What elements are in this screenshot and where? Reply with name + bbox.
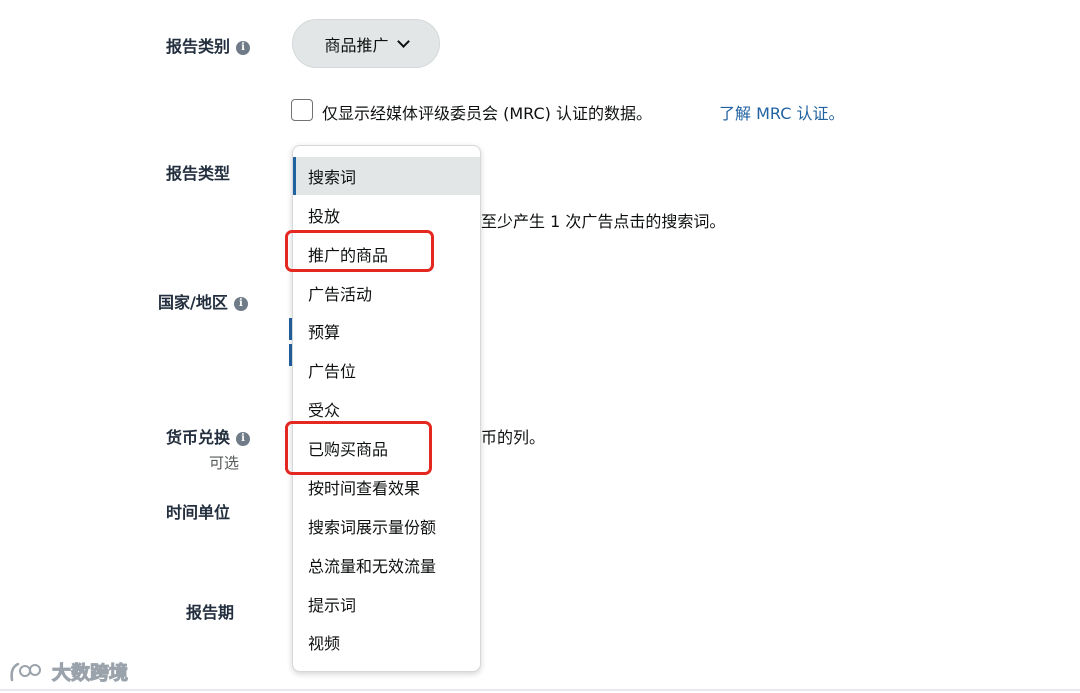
dropdown-item-audience[interactable]: 受众: [293, 390, 480, 428]
chevron-down-icon: [396, 34, 410, 48]
report-type-label: 报告类型: [166, 164, 231, 183]
report-category-select[interactable]: 商品推广: [292, 19, 440, 68]
currency-description: 币的列。: [481, 428, 546, 447]
mrc-checkbox-label: 仅显示经媒体评级委员会 (MRC) 认证的数据。: [322, 104, 652, 123]
dropdown-item-video[interactable]: 视频: [293, 623, 480, 661]
watermark-logo-icon: [10, 662, 41, 681]
dropdown-item-performance-over-time[interactable]: 按时间查看效果: [293, 468, 480, 506]
dropdown-item-search-term-impression-share[interactable]: 搜索词展示量份额: [293, 507, 480, 545]
watermark-text: 大数跨境: [51, 662, 129, 685]
report-type-description: 至少产生 1 次广告点击的搜索词。: [481, 212, 726, 231]
dropdown-item-purchased-products[interactable]: 已购买商品: [293, 429, 480, 467]
dropdown-item-placement[interactable]: 广告位: [293, 351, 480, 389]
dropdown-item-search-term[interactable]: 搜索词: [293, 157, 480, 195]
info-icon[interactable]: i: [236, 432, 251, 446]
time-unit-label: 时间单位: [166, 503, 231, 522]
dropdown-item-prompt[interactable]: 提示词: [293, 585, 480, 623]
currency-label: 货币兑换 i: [166, 424, 251, 448]
report-type-dropdown: 搜索词 投放 推广的商品 广告活动 预算 广告位 受众 已购买商品 按时间查看效…: [292, 145, 481, 672]
dropdown-item-targeting[interactable]: 投放: [293, 196, 480, 234]
country-label: 国家/地区 i: [158, 289, 248, 313]
dropdown-item-campaign[interactable]: 广告活动: [293, 274, 480, 312]
currency-optional-label: 可选: [209, 454, 240, 472]
info-icon[interactable]: i: [236, 41, 251, 55]
mrc-learn-more-link[interactable]: 了解 MRC 认证。: [719, 100, 844, 124]
dropdown-item-gross-invalid-traffic[interactable]: 总流量和无效流量: [293, 546, 480, 584]
dropdown-item-budget[interactable]: 预算: [293, 312, 480, 350]
report-period-label: 报告期: [186, 603, 235, 622]
dropdown-item-advertised-products[interactable]: 推广的商品: [293, 235, 480, 273]
bottom-divider: [0, 689, 1080, 691]
watermark: 大数跨境: [8, 658, 129, 685]
report-category-label: 报告类别 i: [166, 33, 251, 57]
mrc-checkbox[interactable]: [291, 99, 313, 121]
report-category-value: 商品推广: [324, 35, 389, 55]
info-icon[interactable]: i: [233, 297, 248, 311]
